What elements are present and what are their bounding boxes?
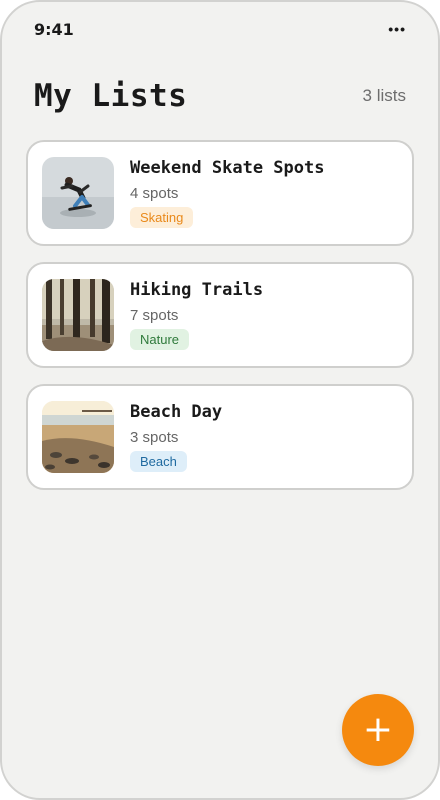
phone-screen: 9:41 ••• My Lists 3 lists Weekend Skate … <box>0 0 440 800</box>
list-title: Weekend Skate Spots <box>130 158 325 178</box>
category-tag-nature: Nature <box>130 329 190 350</box>
spot-count: 7 spots <box>130 307 179 324</box>
spot-count: 4 spots <box>130 185 179 202</box>
list-title: Hiking Trails <box>130 280 264 300</box>
skate-thumbnail-image <box>42 157 114 229</box>
list-card-beach-day[interactable]: Beach Day 3 spots Beach <box>26 384 414 490</box>
forest-thumbnail-image <box>42 279 114 351</box>
status-bar: 9:41 ••• <box>34 18 406 40</box>
list-count: 3 lists <box>362 86 406 105</box>
list-card-hiking-trails[interactable]: Hiking Trails 7 spots Nature <box>26 262 414 368</box>
category-tag-beach: Beach <box>130 451 187 472</box>
add-list-button[interactable]: + <box>342 694 414 766</box>
header: My Lists 3 lists <box>34 76 406 116</box>
status-time: 9:41 <box>34 19 74 39</box>
plus-icon: + <box>362 709 394 750</box>
list-card-weekend-skate-spots[interactable]: Weekend Skate Spots 4 spots Skating <box>26 140 414 246</box>
category-tag-skating: Skating <box>130 207 194 228</box>
beach-thumbnail-image <box>42 401 114 473</box>
page-title: My Lists <box>34 78 188 114</box>
list-title: Beach Day <box>130 402 223 422</box>
list-cards: Weekend Skate Spots 4 spots Skating Hiki… <box>26 140 414 506</box>
more-dots-icon[interactable]: ••• <box>388 21 406 37</box>
spot-count: 3 spots <box>130 429 179 446</box>
